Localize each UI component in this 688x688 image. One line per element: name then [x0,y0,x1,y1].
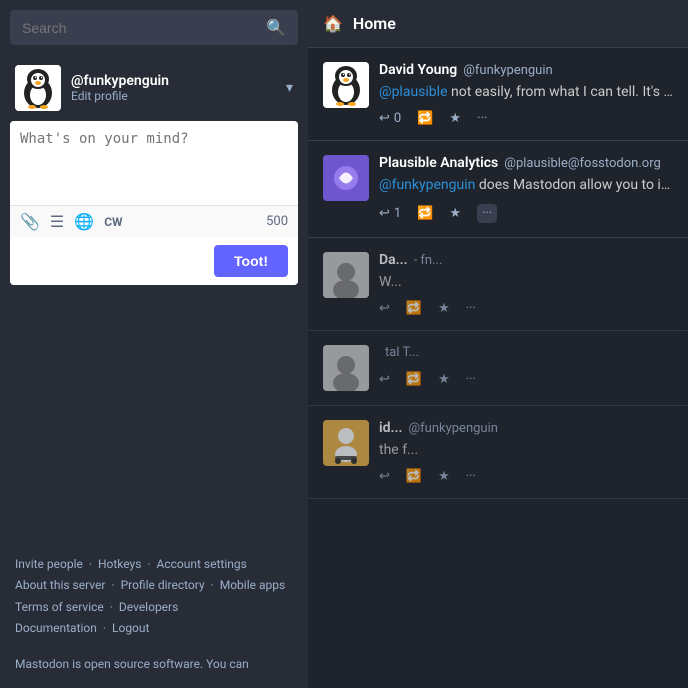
home-icon: 🏠 [323,14,343,33]
post-2: Plausible Analytics @plausible@fosstodon… [308,141,688,238]
reply-button-2[interactable]: ↩ 1 [379,206,401,221]
boost-button-3[interactable]: 🔁 [406,301,422,316]
post-1-text: @plausible not easily, from what I can t… [379,82,673,103]
post-avatar-1[interactable] [323,62,369,108]
post-5-text: the f... [379,440,673,461]
post-1-handle: @funkypenguin [463,63,552,78]
favorite-button-2[interactable]: ★ [449,206,461,221]
post-3-content: Da... - fn... W... ↩ 🔁 ★ ··· [379,252,673,316]
more-button-3[interactable]: ··· [466,301,476,316]
compose-box: 📎 ☰ 🌐 CW 500 Toot! [10,121,298,285]
post-avatar-5[interactable] [323,420,369,466]
post-avatar-3[interactable] [323,252,369,298]
post-4: tal T... ↩ 🔁 ★ ··· [308,331,688,406]
favorite-button-5[interactable]: ★ [438,469,450,484]
post-5-content: id... @funkypenguin the f... ↩ 🔁 ★ ··· [379,420,673,484]
reply-button-5[interactable]: ↩ [379,469,390,484]
post-4-actions: ↩ 🔁 ★ ··· [379,372,673,387]
more-button-2[interactable]: ··· [477,204,497,223]
post-1: David Young @funkypenguin @plausible not… [308,48,688,141]
more-button-1[interactable]: ··· [477,111,487,126]
globe-icon[interactable]: 🌐 [74,212,94,231]
home-header: 🏠 Home [308,0,688,48]
cw-button[interactable]: CW [104,215,122,229]
post-avatar-4[interactable] [323,345,369,391]
post-2-content: Plausible Analytics @plausible@fosstodon… [379,155,673,223]
post-5: id... @funkypenguin the f... ↩ 🔁 ★ ··· [308,406,688,499]
boost-button-5[interactable]: 🔁 [406,469,422,484]
compose-toolbar: 📎 ☰ 🌐 CW 500 [10,205,298,237]
chevron-down-icon[interactable]: ▾ [286,80,293,96]
format-icon[interactable]: ☰ [50,212,64,231]
developers-link[interactable]: Developers [119,600,178,614]
reply-button-1[interactable]: ↩ 0 [379,111,401,126]
search-icon: 🔍 [266,18,286,37]
post-3: Da... - fn... W... ↩ 🔁 ★ ··· [308,238,688,331]
post-1-content: David Young @funkypenguin @plausible not… [379,62,673,126]
footer-links: Invite people · Hotkeys · Account settin… [0,539,308,655]
home-title: Home [353,14,396,33]
logout-link[interactable]: Logout [112,621,149,635]
profile-directory-link[interactable]: Profile directory [121,578,205,592]
post-2-actions: ↩ 1 🔁 ★ ··· [379,204,673,223]
left-sidebar: 🔍 [0,0,308,688]
favorite-button-4[interactable]: ★ [438,372,450,387]
favorite-button-3[interactable]: ★ [438,301,450,316]
toot-button[interactable]: Toot! [214,245,288,277]
more-button-5[interactable]: ··· [466,469,476,484]
profile-section: @funkypenguin Edit profile ▾ [0,55,308,121]
mastodon-info: Mastodon is open source software. You ca… [0,655,308,688]
post-3-text: W... [379,272,673,293]
profile-username: @funkypenguin [71,73,169,89]
boost-button-4[interactable]: 🔁 [406,372,422,387]
post-1-actions: ↩ 0 🔁 ★ ··· [379,111,673,126]
boost-button-1[interactable]: 🔁 [417,111,433,126]
invite-people-link[interactable]: Invite people [15,557,83,571]
boost-button-2[interactable]: 🔁 [417,206,433,221]
post-2-text: @funkypenguin does Mastodon allow you to… [379,175,673,196]
favorite-button-1[interactable]: ★ [449,111,461,126]
avatar[interactable] [15,65,61,111]
documentation-link[interactable]: Documentation [15,621,97,635]
reply-button-3[interactable]: ↩ [379,301,390,316]
post-4-handle: tal T... [385,345,419,360]
post-2-name[interactable]: Plausible Analytics [379,155,498,171]
more-button-4[interactable]: ··· [466,372,476,387]
feed: David Young @funkypenguin @plausible not… [308,48,688,688]
mobile-apps-link[interactable]: Mobile apps [220,578,285,592]
post-3-handle: - fn... [414,253,443,268]
post-3-actions: ↩ 🔁 ★ ··· [379,301,673,316]
search-bar[interactable]: 🔍 [10,10,298,45]
post-4-content: tal T... ↩ 🔁 ★ ··· [379,345,673,391]
post-1-name[interactable]: David Young [379,62,457,78]
account-settings-link[interactable]: Account settings [157,557,247,571]
hotkeys-link[interactable]: Hotkeys [98,557,141,571]
compose-textarea[interactable] [10,121,298,201]
post-avatar-2[interactable] [323,155,369,201]
post-3-name[interactable]: Da... [379,252,408,268]
post-2-mention[interactable]: @funkypenguin [379,177,475,193]
right-column: 🏠 Home [308,0,688,688]
post-5-name[interactable]: id... [379,420,402,436]
tos-link[interactable]: Terms of service [15,600,104,614]
post-2-handle: @plausible@fosstodon.org [504,156,661,171]
char-count: 500 [266,214,288,229]
post-1-mention[interactable]: @plausible [379,84,448,100]
reply-button-4[interactable]: ↩ [379,372,390,387]
about-server-link[interactable]: About this server [15,578,105,592]
search-input[interactable] [22,20,266,36]
post-5-handle: @funkypenguin [408,421,497,436]
edit-profile-link[interactable]: Edit profile [71,89,169,103]
post-5-actions: ↩ 🔁 ★ ··· [379,469,673,484]
attach-icon[interactable]: 📎 [20,212,40,231]
